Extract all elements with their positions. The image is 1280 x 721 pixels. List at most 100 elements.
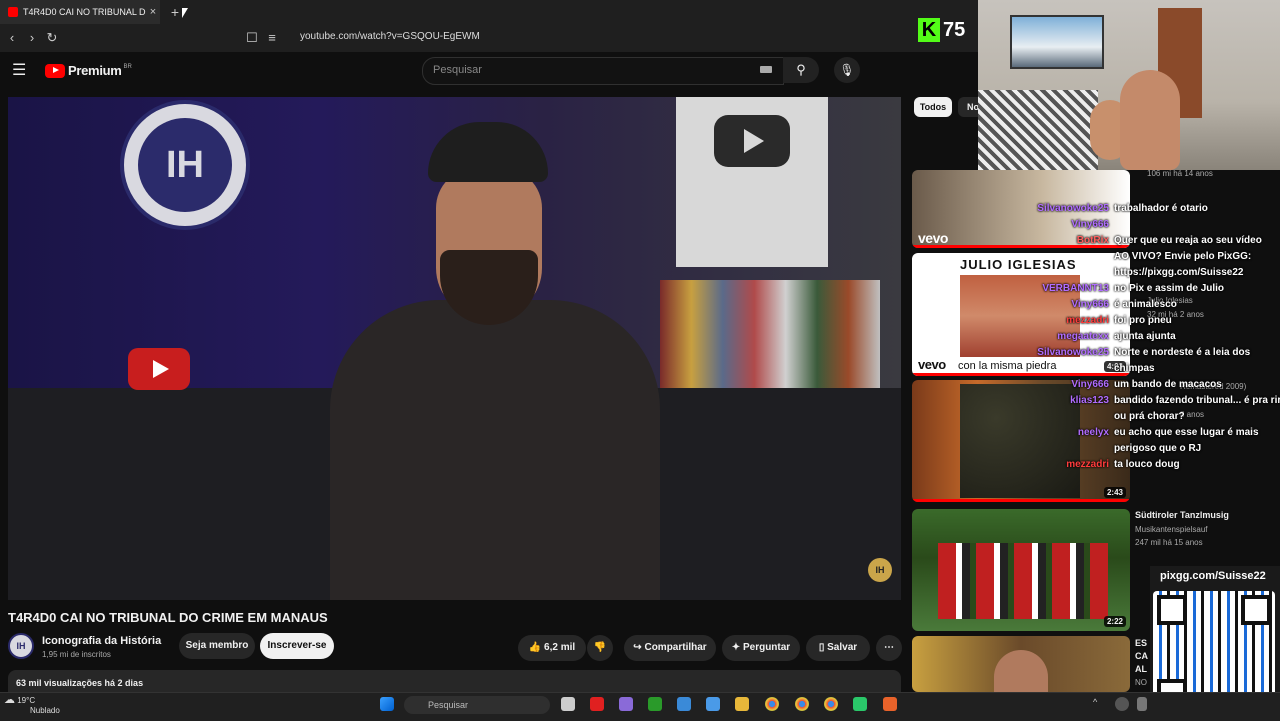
- logo-text: Premium: [68, 63, 122, 78]
- thumbnail-banner: JULIO IGLESIAS: [960, 257, 1077, 272]
- chat-username: BotRix: [1076, 235, 1109, 246]
- join-button[interactable]: Seja membro: [179, 633, 255, 659]
- chat-message: foi pro pneu: [1114, 315, 1172, 326]
- logo-region: BR: [123, 63, 132, 70]
- email-icon[interactable]: [706, 697, 720, 711]
- search-button[interactable]: ⚲: [783, 57, 819, 83]
- video-meta: 247 mil há 15 anos: [1135, 538, 1203, 547]
- bookmark-icon[interactable]: ☐: [242, 28, 262, 48]
- microphone-icon: 🎙: [839, 63, 855, 77]
- mouse-cursor-icon: [182, 8, 188, 18]
- task-view-icon[interactable]: [561, 697, 575, 711]
- chrome-alt-icon[interactable]: [824, 697, 838, 711]
- chat-username: megaatexx: [1057, 331, 1109, 342]
- subscribe-button[interactable]: Inscrever-se: [260, 633, 334, 659]
- brave-icon[interactable]: [883, 697, 897, 711]
- recommended-video-5[interactable]: [912, 636, 1130, 692]
- microphone-tray-icon[interactable]: [1137, 697, 1147, 711]
- chat-username: Viny666: [1071, 379, 1109, 390]
- viewer-count: 75: [943, 19, 966, 41]
- more-icon: ⋯: [884, 642, 894, 653]
- xbox-icon[interactable]: [648, 697, 662, 711]
- youtube-app-icon[interactable]: [590, 697, 604, 711]
- chat-username: neelyx: [1077, 427, 1109, 438]
- youtube-play-icon: [45, 63, 65, 78]
- chat-message: ajunta ajunta: [1114, 331, 1176, 342]
- channel-avatar[interactable]: IH: [8, 633, 34, 659]
- search-placeholder: Pesquisar: [433, 64, 482, 76]
- channel-wall-logo: IH: [120, 100, 250, 230]
- video-title-partial[interactable]: ES: [1135, 638, 1147, 648]
- view-stats: 63 mil visualizações há 2 dias: [16, 678, 144, 688]
- start-icon[interactable]: [380, 697, 394, 711]
- keyboard-icon[interactable]: [760, 66, 772, 73]
- ask-button[interactable]: ✦ Perguntar: [722, 635, 800, 661]
- duration-badge: 2:43: [1103, 487, 1126, 498]
- share-label: Compartilhar: [644, 642, 707, 653]
- back-icon[interactable]: ‹: [2, 28, 22, 48]
- channel-name[interactable]: Iconografia da História: [42, 635, 161, 647]
- channel-watermark-icon[interactable]: IH: [868, 558, 892, 582]
- tab-title: T4R4D0 CAI NO TRIBUNAL DO C: [23, 7, 146, 17]
- video-title[interactable]: Südtiroler Tanzlmusig: [1135, 510, 1229, 520]
- taskbar-search-placeholder: Pesquisar: [428, 700, 469, 710]
- chip-all[interactable]: Todos: [914, 97, 952, 117]
- presenter-shirt: [330, 300, 660, 600]
- url-text[interactable]: youtube.com/watch?v=GSQOU-EgEWM: [300, 31, 480, 42]
- dislike-button[interactable]: 👎: [587, 635, 613, 661]
- like-count: 6,2 mil: [544, 642, 576, 653]
- album-cover: [960, 384, 1080, 498]
- microphone-button[interactable]: 🎙: [834, 57, 860, 83]
- tray-app-icon[interactable]: [1115, 697, 1129, 711]
- thumbnail-caption: con la misma piedra: [958, 360, 1057, 372]
- chat-message: perigoso que o RJ: [1114, 443, 1202, 454]
- more-options-button[interactable]: ⋯: [876, 635, 902, 661]
- chat-username: Silvanowoke25: [1037, 203, 1109, 214]
- chrome-profile-icon[interactable]: [795, 697, 809, 711]
- save-button[interactable]: ▯ Salvar: [806, 635, 870, 661]
- thumbs-up-icon: 👍: [528, 642, 545, 653]
- weather-widget[interactable]: ☁ 19°C Nublado: [4, 695, 60, 716]
- youtube-logo[interactable]: Premium BR: [45, 63, 132, 78]
- chat-message: chimpas: [1114, 363, 1155, 374]
- like-button[interactable]: 👍 6,2 mil: [518, 635, 586, 661]
- ask-label: Perguntar: [742, 642, 791, 653]
- chat-message: https://pixgg.com/Suisse22: [1114, 267, 1244, 278]
- video-meta: 106 mi há 14 anos: [1147, 169, 1213, 178]
- recommended-video-4[interactable]: 2:22: [912, 509, 1130, 631]
- video-title-partial-4: NO: [1135, 678, 1147, 687]
- browser-tab[interactable]: T4R4D0 CAI NO TRIBUNAL DO C ×: [0, 0, 160, 24]
- thumbnail-face: [994, 650, 1048, 692]
- forward-icon[interactable]: ›: [22, 28, 42, 48]
- tray-chevron-icon[interactable]: ^: [1093, 697, 1103, 711]
- weather-temp: 19°C: [17, 696, 36, 705]
- calculator-icon[interactable]: [677, 697, 691, 711]
- file-explorer-icon[interactable]: [735, 697, 749, 711]
- chrome-icon[interactable]: [765, 697, 779, 711]
- chat-message: AO VIVO? Envie pelo PixGG:: [1114, 251, 1252, 262]
- chat-message: um bando de macacos: [1114, 379, 1222, 390]
- vpn-icon[interactable]: [619, 697, 633, 711]
- play-button-plaque: [676, 97, 828, 267]
- weather-desc: Nublado: [30, 706, 60, 715]
- reload-icon[interactable]: ↻: [42, 28, 62, 48]
- chat-username: Silvanowoke25: [1037, 347, 1109, 358]
- kick-logo-icon: K: [918, 18, 940, 42]
- streamer-face: [1120, 70, 1180, 170]
- hamburger-menu-icon[interactable]: ☰: [12, 60, 26, 80]
- address-bar-row: ‹ › ↻ ☐ ≡: [0, 24, 978, 52]
- chat-message: eu acho que esse lugar é mais: [1114, 427, 1259, 438]
- obs-icon[interactable]: [853, 697, 867, 711]
- site-info-icon[interactable]: ≡: [262, 28, 282, 48]
- share-icon: ↪: [633, 642, 645, 653]
- taskbar-search[interactable]: [404, 696, 550, 714]
- chat-username: Viny666: [1071, 219, 1109, 230]
- duration-badge: 2:22: [1103, 616, 1126, 627]
- close-tab-icon[interactable]: ×: [146, 6, 160, 18]
- share-button[interactable]: ↪ Compartilhar: [624, 635, 716, 661]
- video-channel: Musikantenspielsauf: [1135, 525, 1208, 534]
- bookshelf: [660, 280, 880, 390]
- chat-message: Quer que eu reaja ao seu vídeo: [1114, 235, 1262, 246]
- chat-message: Norte e nordeste é a leia dos: [1114, 347, 1251, 358]
- chat-username: klias123: [1070, 395, 1109, 406]
